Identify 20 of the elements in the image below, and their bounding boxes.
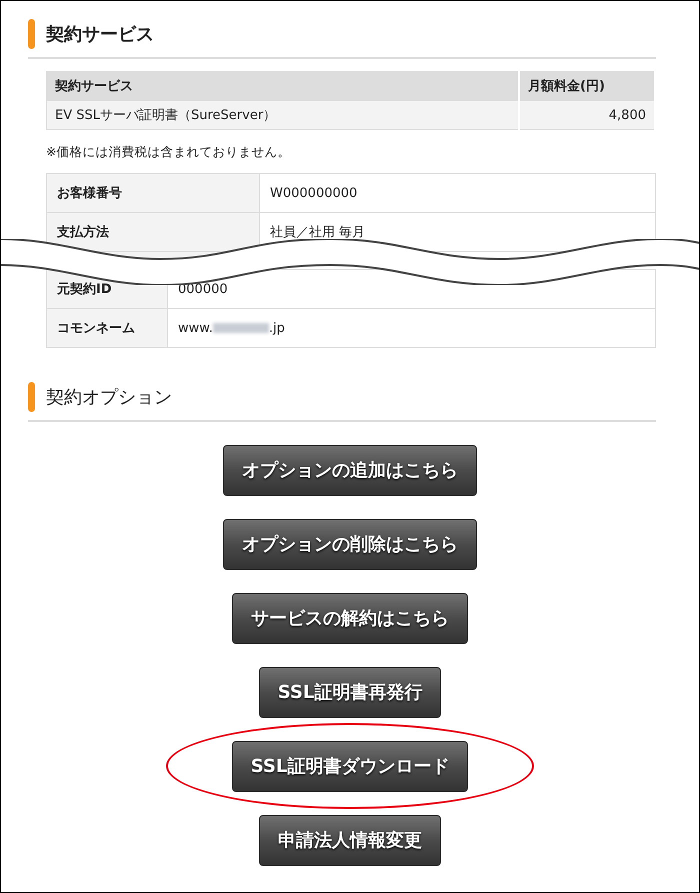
option-button[interactable]: オプションの追加はこちら (223, 444, 477, 496)
table-cell: 4,800 (519, 100, 655, 130)
table-cell: EV SSLサーバ証明書（SureServer） (46, 100, 519, 130)
option-button[interactable]: 申請法人情報変更 (259, 814, 441, 866)
heading-marker-icon (28, 382, 35, 412)
table-cell: W000000000 (260, 174, 656, 212)
heading-marker-icon (28, 19, 35, 49)
column-header: 契約サービス (46, 72, 519, 100)
option-button[interactable]: SSL証明書ダウンロード (232, 740, 468, 792)
option-button[interactable]: サービスの解約はこちら (232, 592, 468, 644)
row-label: コモンネーム (46, 308, 168, 348)
section-title: 契約サービス (46, 23, 154, 46)
row-label: 支払方法 (46, 212, 260, 252)
option-button[interactable]: SSL証明書再発行 (258, 666, 442, 718)
section-title: 契約オプション (46, 386, 172, 409)
row-label: お客様番号 (46, 174, 260, 212)
table-cell: www. .jp (168, 308, 656, 348)
column-header: 月額料金(円) (519, 72, 655, 100)
option-button[interactable]: オプションの削除はこちら (223, 518, 477, 570)
tax-note: ※価格には消費税は含まれておりません。 (46, 144, 292, 161)
